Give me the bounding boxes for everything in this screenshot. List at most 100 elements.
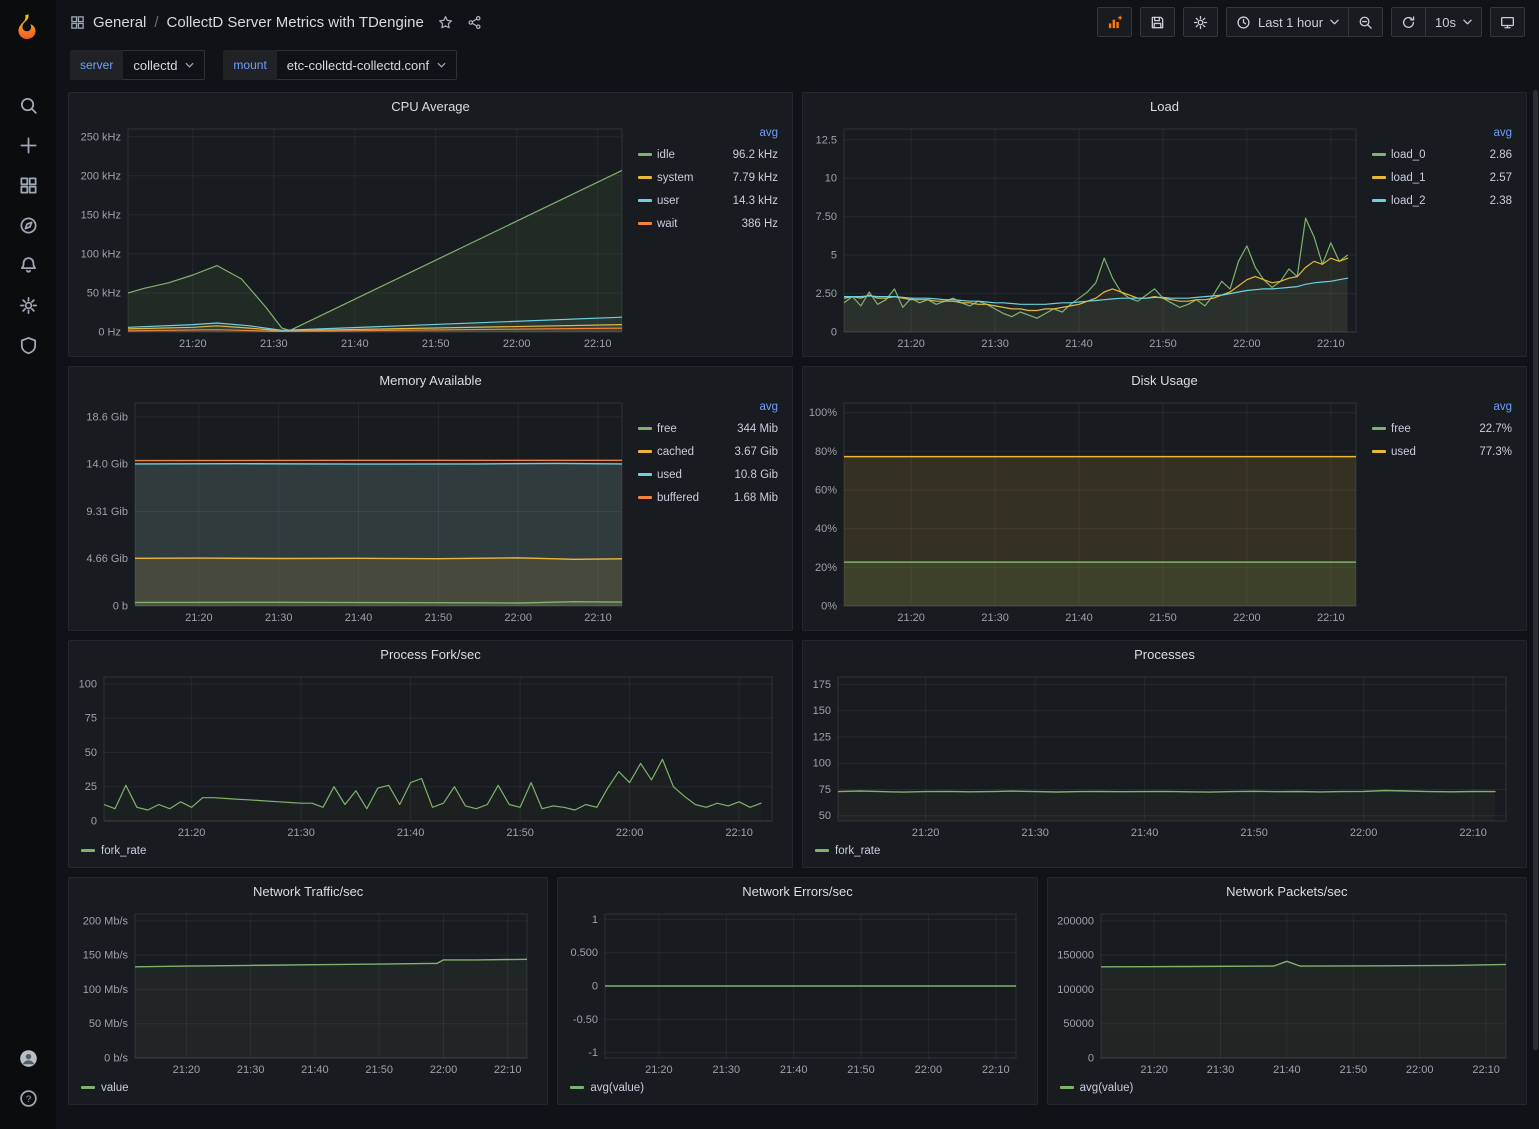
legend-series-name[interactable]: buffered [657,492,699,504]
svg-text:0 Hz: 0 Hz [98,327,121,339]
svg-text:1: 1 [592,914,598,926]
svg-text:22:10: 22:10 [982,1064,1010,1076]
share-dashboard-icon[interactable] [467,15,482,30]
svg-text:0: 0 [592,981,598,993]
refresh-interval-dropdown[interactable]: 10s [1426,7,1482,37]
legend-series-name[interactable]: cached [657,446,694,458]
legend-series-name[interactable]: load_2 [1391,195,1426,207]
legend-series-name[interactable]: system [657,172,693,184]
network-traffic-chart[interactable]: 0 b/s50 Mb/s100 Mb/s150 Mb/s200 Mb/s21:2… [71,904,541,1078]
scrollbar-thumb[interactable] [1533,90,1538,1050]
legend-series-name[interactable]: fork_rate [101,845,146,857]
legend: avgfree344 Mibcached3.67 Gibused10.8 Gib… [636,393,786,626]
load-chart[interactable]: 02.5057.501012.521:2021:3021:4021:5022:0… [805,119,1370,352]
dashboards-icon[interactable] [10,168,46,202]
legend-series-value: 2.57 [1426,172,1512,184]
network-packets-chart[interactable]: 05000010000015000020000021:2021:3021:402… [1050,904,1520,1078]
processes-chart[interactable]: 507510012515017521:2021:3021:4021:5022:0… [805,667,1520,841]
panel-title[interactable]: Network Errors/sec [558,878,1036,904]
legend-series-name[interactable]: avg(value) [1080,1082,1134,1094]
legend: avgidle96.2 kHzsystem7.79 kHzuser14.3 kH… [636,119,786,352]
legend-series-value: 7.79 kHz [693,172,778,184]
legend-swatch-icon [1372,176,1386,179]
panel-title[interactable]: Disk Usage [803,367,1526,393]
variable-mount-dropdown[interactable]: etc-collectd-collectd.conf [277,50,457,80]
time-range-picker[interactable]: Last 1 hour [1226,7,1349,37]
panel-title[interactable]: Network Traffic/sec [69,878,547,904]
legend-swatch-icon [638,176,652,179]
dashboard-title[interactable]: CollectD Server Metrics with TDengine [167,14,424,31]
legend-series-name[interactable]: fork_rate [835,845,880,857]
memory-available-chart[interactable]: 0 b4.66 Gib9.31 Gib14.0 Gib18.6 Gib21:20… [71,393,636,626]
explore-compass-icon[interactable] [10,208,46,242]
legend: avg(value) [560,1078,1030,1100]
help-icon[interactable]: ? [10,1081,46,1115]
legend-series-name[interactable]: used [657,469,682,481]
variables-row: server collectd mount etc-collectd-colle… [56,44,1539,86]
legend-series-name[interactable]: used [1391,446,1416,458]
panel-title[interactable]: Memory Available [69,367,792,393]
variable-server: server collectd [70,50,205,80]
dashboard-row: Network Traffic/sec 0 b/s50 Mb/s100 Mb/s… [68,877,1527,1105]
svg-text:21:40: 21:40 [341,338,369,350]
legend-series-name[interactable]: load_0 [1391,149,1426,161]
legend-series-name[interactable]: free [1391,423,1411,435]
breadcrumb-folder[interactable]: General [93,14,146,31]
refresh-button[interactable] [1391,7,1426,37]
panel-title[interactable]: Process Fork/sec [69,641,792,667]
variable-mount: mount etc-collectd-collectd.conf [223,50,457,80]
svg-text:21:30: 21:30 [981,612,1009,624]
legend-series-name[interactable]: free [657,423,677,435]
configuration-gear-icon[interactable] [10,288,46,322]
cpu-average-chart[interactable]: 0 Hz50 kHz100 kHz150 kHz200 kHz250 kHz21… [71,119,636,352]
add-panel-button[interactable] [1097,7,1132,37]
network-errors-chart[interactable]: -1-0.5000.500121:2021:3021:4021:5022:002… [560,904,1030,1078]
star-dashboard-icon[interactable] [438,15,453,30]
user-avatar[interactable] [10,1041,46,1075]
legend-item: wait386 Hz [638,212,778,235]
legend-series-name[interactable]: idle [657,149,675,161]
svg-text:200000: 200000 [1057,915,1094,927]
cycle-view-mode-button[interactable] [1490,7,1525,37]
svg-text:21:30: 21:30 [713,1064,741,1076]
panel-title[interactable]: Load [803,93,1526,119]
legend-swatch-icon [1372,153,1386,156]
variable-server-dropdown[interactable]: collectd [123,50,205,80]
svg-text:80%: 80% [815,446,837,458]
save-dashboard-button[interactable] [1140,7,1175,37]
svg-text:21:50: 21:50 [422,338,450,350]
legend-series-value: 1.68 Mib [699,492,778,504]
panel-memory-available: Memory Available 0 b4.66 Gib9.31 Gib14.0… [68,366,793,631]
legend-swatch-icon [570,1086,584,1089]
panel-title[interactable]: Network Packets/sec [1048,878,1526,904]
svg-text:21:50: 21:50 [425,612,453,624]
zoom-out-button[interactable] [1349,7,1383,37]
legend-series-name[interactable]: value [101,1082,129,1094]
legend-series-name[interactable]: user [657,195,679,207]
legend-swatch-icon [1372,450,1386,453]
legend-item: cached3.67 Gib [638,440,778,463]
dashboard-settings-button[interactable] [1183,7,1218,37]
clock-icon [1236,15,1251,30]
svg-text:21:20: 21:20 [185,612,213,624]
dashboard-row: CPU Average 0 Hz50 kHz100 kHz150 kHz200 … [68,92,1527,357]
legend-series-name[interactable]: avg(value) [590,1082,644,1094]
panel-title[interactable]: CPU Average [69,93,792,119]
server-admin-shield-icon[interactable] [10,328,46,362]
create-plus-icon[interactable] [10,128,46,162]
search-icon[interactable] [10,88,46,122]
legend-series-name[interactable]: wait [657,218,677,230]
disk-usage-chart[interactable]: 0%20%40%60%80%100%21:2021:3021:4021:5022… [805,393,1370,626]
alerting-bell-icon[interactable] [10,248,46,282]
svg-text:21:50: 21:50 [365,1064,393,1076]
panel-title[interactable]: Processes [803,641,1526,667]
svg-text:22:00: 22:00 [430,1064,458,1076]
legend: avg(value) [1050,1078,1520,1100]
svg-text:22:00: 22:00 [616,827,644,839]
process-fork-chart[interactable]: 025507510021:2021:3021:4021:5022:0022:10 [71,667,786,841]
legend-series-name[interactable]: load_1 [1391,172,1426,184]
svg-text:21:20: 21:20 [897,612,925,624]
svg-text:21:40: 21:40 [301,1064,329,1076]
svg-text:21:50: 21:50 [1339,1064,1367,1076]
grafana-logo[interactable] [11,10,45,44]
